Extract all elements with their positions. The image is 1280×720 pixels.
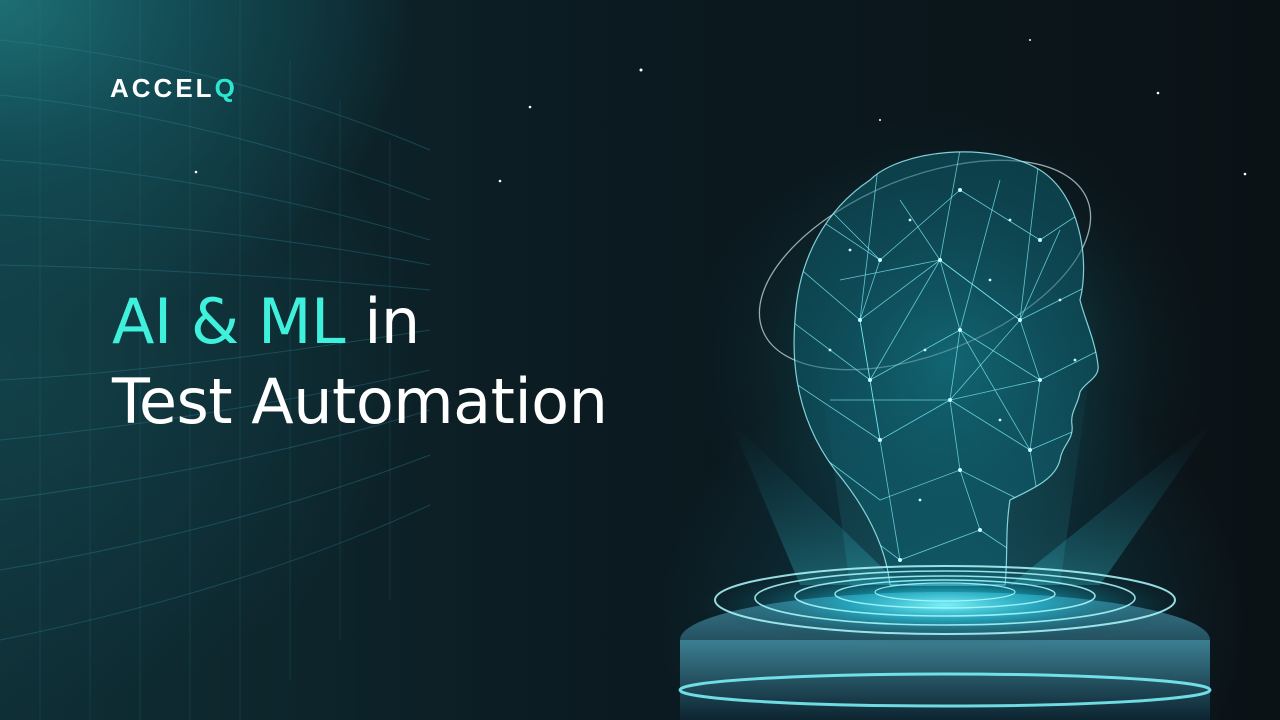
- banner: ACCEL Q AI & ML in Test Automation: [0, 0, 1280, 720]
- headline-highlight: AI & ML: [112, 285, 346, 358]
- headline-rest: in: [345, 285, 420, 358]
- headline-line-2: Test Automation: [112, 365, 608, 438]
- headline: AI & ML in Test Automation: [112, 282, 732, 442]
- accelq-logo: ACCEL Q: [110, 72, 238, 104]
- logo-accent-letter: Q: [214, 72, 238, 103]
- logo-text: ACCEL: [110, 72, 215, 103]
- headline-line-1: AI & ML in: [112, 282, 732, 362]
